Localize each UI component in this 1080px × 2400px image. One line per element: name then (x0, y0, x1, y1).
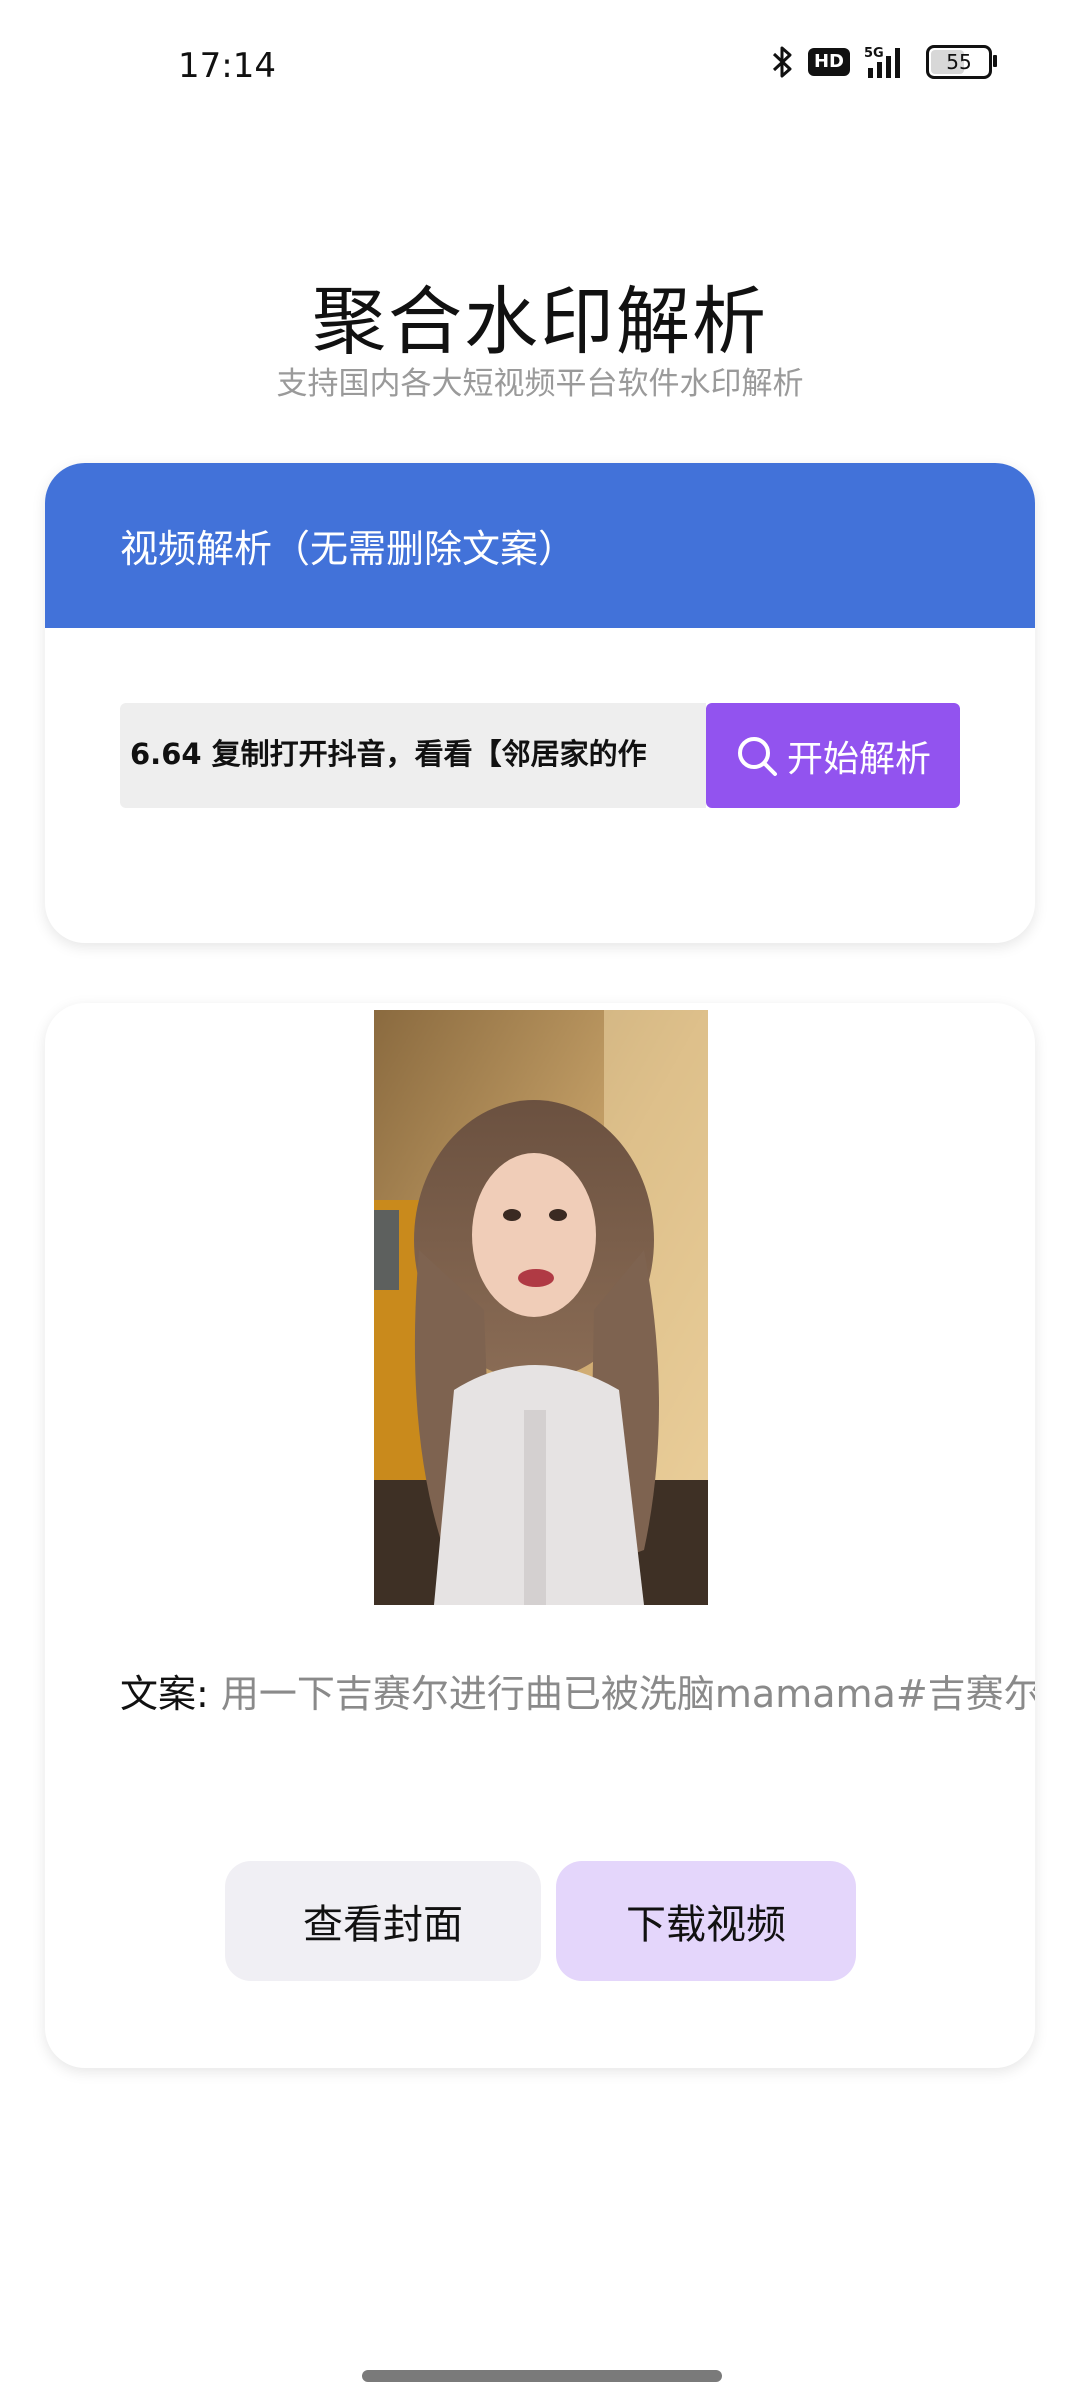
link-input[interactable]: 6.64 复制打开抖音，看看【邻居家的作 (120, 703, 706, 808)
caption-row: 文案: 用一下吉赛尔进行曲已被洗脑mamama#吉赛尔 (120, 1663, 1035, 1718)
caption-label: 文案: (120, 1672, 209, 1716)
download-video-button[interactable]: 下载视频 (556, 1861, 856, 1981)
video-parse-card: 视频解析（无需删除文案） 6.64 复制打开抖音，看看【邻居家的作 开始解析 (45, 463, 1035, 943)
gesture-nav-handle[interactable] (362, 2370, 722, 2382)
battery-icon: 55 (926, 45, 997, 79)
video-parse-card-title: 视频解析（无需删除文案） (120, 527, 577, 571)
status-icons: HD 5G 55 (770, 44, 997, 80)
status-bar: 17:14 HD 5G 55 (0, 0, 1080, 130)
signal-5g-icon: 5G (864, 44, 912, 80)
caption-text: 用一下吉赛尔进行曲已被洗脑mamama#吉赛尔 (220, 1672, 1035, 1716)
start-parse-button[interactable]: 开始解析 (706, 703, 960, 808)
svg-text:5G: 5G (864, 46, 884, 61)
bluetooth-icon (770, 45, 794, 79)
video-cover-image[interactable] (374, 1010, 708, 1605)
link-input-row: 6.64 复制打开抖音，看看【邻居家的作 开始解析 (120, 703, 960, 808)
status-time: 17:14 (178, 46, 276, 86)
video-result-card: 文案: 用一下吉赛尔进行曲已被洗脑mamama#吉赛尔 查看封面 下载视频 (45, 1003, 1035, 2068)
start-parse-label: 开始解析 (786, 738, 931, 780)
hd-icon: HD (807, 48, 850, 76)
app-subtitle: 支持国内各大短视频平台软件水印解析 (276, 366, 804, 402)
app-title: 聚合水印解析 (312, 279, 768, 365)
view-cover-button[interactable]: 查看封面 (225, 1861, 541, 1981)
video-parse-card-header: 视频解析（无需删除文案） (45, 463, 1035, 628)
battery-level: 55 (946, 50, 972, 74)
search-icon (735, 734, 779, 778)
